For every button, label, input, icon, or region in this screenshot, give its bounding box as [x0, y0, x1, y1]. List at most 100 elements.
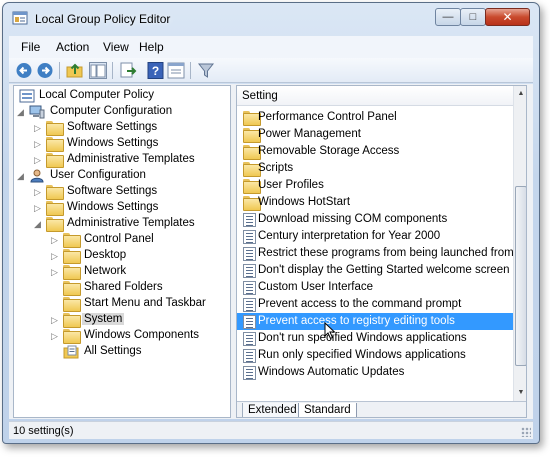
list-item-label: Custom User Interface — [258, 281, 374, 293]
mouse-cursor-icon — [324, 322, 336, 340]
list-item-label: User Profiles — [258, 179, 324, 191]
settings-list: Performance Control Panel Power Manageme… — [237, 107, 513, 401]
list-item[interactable]: Performance Control Panel — [237, 109, 513, 126]
computer-policy-icon — [19, 89, 35, 103]
tree-item-label: Shared Folders — [84, 281, 163, 293]
list-item[interactable]: Don't run specified Windows applications — [237, 330, 513, 347]
folder-icon — [63, 329, 81, 344]
expand-arrow-icon[interactable]: ▷ — [51, 234, 61, 246]
list-item[interactable]: Century interpretation for Year 2000 — [237, 228, 513, 245]
column-header-label: Setting — [242, 90, 278, 102]
policy-editor-icon — [12, 11, 28, 25]
folder-icon — [243, 111, 261, 126]
status-bar: 10 setting(s) — [9, 421, 533, 439]
list-item[interactable]: Prevent access to the command prompt — [237, 296, 513, 313]
list-item[interactable]: Scripts — [237, 160, 513, 177]
maximize-button[interactable]: □ — [460, 8, 486, 26]
list-item-label: Windows Automatic Updates — [258, 366, 405, 378]
tree-item-label: Computer Configuration — [50, 105, 173, 117]
tree-item-label: Start Menu and Taskbar — [84, 297, 206, 309]
tree-item-label: All Settings — [84, 345, 142, 357]
forward-arrow-icon[interactable] — [36, 62, 54, 79]
all-settings-icon — [63, 345, 79, 359]
list-item-label: Download missing COM components — [258, 213, 448, 225]
show-hide-tree-icon[interactable] — [89, 62, 107, 79]
back-arrow-icon[interactable] — [15, 62, 33, 79]
collapse-arrow-icon[interactable]: ◢ — [17, 170, 27, 182]
up-folder-icon[interactable] — [66, 62, 84, 79]
client-area: Local Computer Policy ◢ Computer Configu… — [9, 84, 533, 419]
expand-arrow-icon[interactable]: ▷ — [51, 314, 61, 326]
tree-item-label: User Configuration — [50, 169, 146, 181]
settings-pane: Setting Performance Control Panel Power … — [236, 85, 527, 418]
list-item[interactable]: Removable Storage Access — [237, 143, 513, 160]
toolbar-separator — [190, 62, 191, 79]
folder-icon — [46, 217, 64, 232]
policy-tree[interactable]: Local Computer Policy ◢ Computer Configu… — [13, 85, 231, 418]
expand-arrow-icon[interactable]: ▷ — [34, 138, 44, 150]
list-item-label: Century interpretation for Year 2000 — [258, 230, 441, 242]
list-item[interactable]: Don't display the Getting Started welcom… — [237, 262, 513, 279]
help-icon[interactable]: ? — [147, 62, 165, 79]
scroll-down-icon[interactable]: ▼ — [514, 385, 526, 401]
scroll-thumb[interactable] — [515, 186, 526, 366]
tree-item-label: Administrative Templates — [67, 153, 195, 165]
list-item[interactable]: Restrict these programs from being launc… — [237, 245, 513, 262]
close-icon: ✕ — [502, 10, 513, 24]
expand-arrow-icon[interactable]: ▷ — [51, 266, 61, 278]
menu-action[interactable]: Action — [56, 40, 89, 54]
folder-icon — [46, 185, 64, 200]
expand-arrow-icon[interactable]: ▷ — [34, 154, 44, 166]
list-item[interactable]: Custom User Interface — [237, 279, 513, 296]
tree-item-label: Administrative Templates — [67, 217, 195, 229]
tree-item-label: Software Settings — [67, 121, 158, 133]
expand-arrow-icon[interactable]: ▷ — [34, 186, 44, 198]
list-item[interactable]: Power Management — [237, 126, 513, 143]
list-item[interactable]: Download missing COM components — [237, 211, 513, 228]
list-item-label: Scripts — [258, 162, 294, 174]
menu-help[interactable]: Help — [139, 40, 164, 54]
setting-column-header[interactable]: Setting — [237, 86, 513, 106]
title-bar[interactable]: Local Group Policy Editor — □ ✕ — [3, 3, 539, 33]
user-icon — [30, 169, 44, 183]
list-item[interactable]: Windows HotStart — [237, 194, 513, 211]
folder-icon — [63, 297, 81, 312]
minimize-button[interactable]: — — [435, 8, 461, 26]
tree-item-label: Local Computer Policy — [39, 89, 155, 101]
list-item[interactable]: Run only specified Windows applications — [237, 347, 513, 364]
list-item[interactable]: User Profiles — [237, 177, 513, 194]
menu-file[interactable]: File — [21, 40, 40, 54]
vertical-scrollbar[interactable]: ▲ ▼ — [513, 86, 526, 401]
policy-setting-icon — [243, 366, 256, 380]
maximize-icon: □ — [469, 11, 477, 23]
list-item-label: Removable Storage Access — [258, 145, 400, 157]
resize-grip-icon[interactable] — [521, 427, 531, 437]
view-tabs: Extended Standard — [237, 401, 526, 417]
collapse-arrow-icon[interactable]: ◢ — [17, 106, 27, 118]
list-item-label: Restrict these programs from being launc… — [258, 247, 513, 259]
policy-setting-icon — [243, 349, 256, 363]
expand-arrow-icon[interactable]: ▷ — [34, 202, 44, 214]
scroll-up-icon[interactable]: ▲ — [514, 86, 526, 102]
minimize-icon: — — [442, 11, 454, 23]
filter-icon[interactable] — [197, 62, 215, 79]
list-item-label: Prevent access to registry editing tools — [258, 315, 455, 327]
export-list-icon[interactable] — [119, 62, 137, 79]
collapse-arrow-icon[interactable]: ◢ — [34, 218, 44, 230]
tab-standard[interactable]: Standard — [298, 403, 357, 417]
folder-icon — [63, 281, 81, 296]
properties-icon[interactable] — [167, 62, 185, 79]
menu-view[interactable]: View — [103, 40, 129, 54]
list-item[interactable]: Windows Automatic Updates — [237, 364, 513, 381]
tree-item-label: Control Panel — [84, 233, 154, 245]
expand-arrow-icon[interactable]: ▷ — [34, 122, 44, 134]
expand-arrow-icon[interactable]: ▷ — [51, 250, 61, 262]
tab-extended[interactable]: Extended — [242, 403, 303, 417]
toolbar-separator — [112, 62, 113, 79]
list-item-selected[interactable]: Prevent access to registry editing tools — [237, 313, 513, 330]
expand-arrow-icon[interactable]: ▷ — [51, 330, 61, 342]
close-button[interactable]: ✕ — [485, 8, 530, 26]
policy-setting-icon — [243, 298, 256, 312]
list-item-label: Don't run specified Windows applications — [258, 332, 467, 344]
policy-setting-icon — [243, 247, 256, 261]
